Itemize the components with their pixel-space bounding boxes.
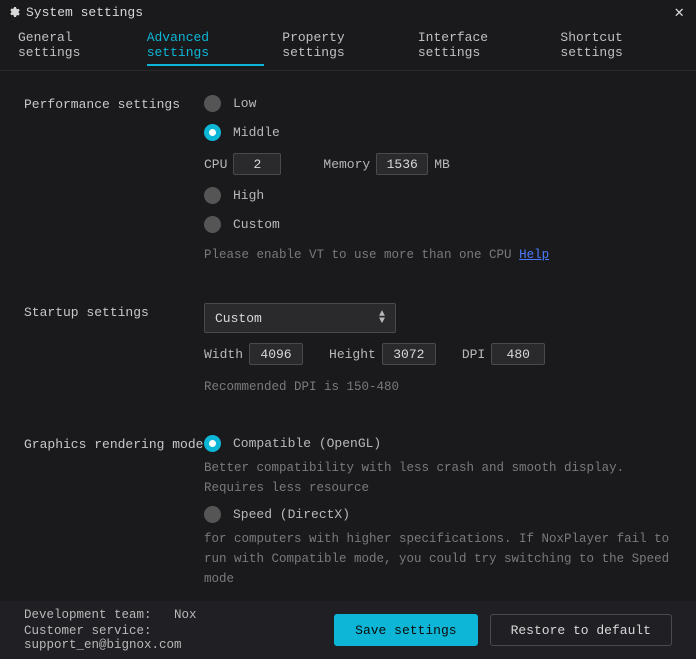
startup-label: Startup settings — [24, 303, 204, 405]
height-input[interactable] — [382, 343, 436, 365]
tab-advanced[interactable]: Advanced settings — [147, 30, 265, 66]
height-label: Height — [329, 347, 376, 362]
memory-unit: MB — [434, 157, 450, 172]
tabs: General settings Advanced settings Prope… — [0, 24, 696, 71]
radio-middle-label: Middle — [233, 125, 280, 140]
width-input[interactable] — [249, 343, 303, 365]
speed-hint: for computers with higher specifications… — [204, 529, 672, 589]
dev-value: Nox — [174, 608, 197, 622]
gear-icon — [8, 6, 20, 18]
tab-shortcut[interactable]: Shortcut settings — [560, 30, 678, 66]
restore-button[interactable]: Restore to default — [490, 614, 672, 646]
radio-speed[interactable] — [204, 506, 221, 523]
radio-high-label: High — [233, 188, 264, 203]
tab-general[interactable]: General settings — [18, 30, 129, 66]
compat-hint: Better compatibility with less crash and… — [204, 458, 672, 498]
dpi-label: DPI — [462, 347, 485, 362]
startup-select[interactable]: Custom ▲▼ — [204, 303, 396, 333]
footer: Development team: Nox Customer service: … — [0, 601, 696, 659]
vt-hint: Please enable VT to use more than one CP… — [204, 248, 519, 262]
radio-compat-label: Compatible (OpenGL) — [233, 436, 381, 451]
cpu-label: CPU — [204, 157, 227, 172]
help-link[interactable]: Help — [519, 248, 549, 262]
performance-label: Performance settings — [24, 95, 204, 273]
memory-label: Memory — [323, 157, 370, 172]
graphics-label: Graphics rendering mode — [24, 435, 204, 597]
window-title: System settings — [26, 5, 670, 20]
memory-input[interactable] — [376, 153, 428, 175]
cpu-input[interactable] — [233, 153, 281, 175]
radio-low-label: Low — [233, 96, 256, 111]
radio-middle[interactable] — [204, 124, 221, 141]
tab-interface[interactable]: Interface settings — [418, 30, 543, 66]
tab-property[interactable]: Property settings — [282, 30, 400, 66]
radio-low[interactable] — [204, 95, 221, 112]
close-icon[interactable]: ✕ — [670, 2, 688, 22]
dpi-input[interactable] — [491, 343, 545, 365]
radio-custom-perf-label: Custom — [233, 217, 280, 232]
content: Performance settings Low Middle CPU Memo… — [0, 71, 696, 609]
radio-high[interactable] — [204, 187, 221, 204]
radio-speed-label: Speed (DirectX) — [233, 507, 350, 522]
radio-custom-perf[interactable] — [204, 216, 221, 233]
startup-select-value: Custom — [215, 311, 262, 326]
width-label: Width — [204, 347, 243, 362]
dpi-hint: Recommended DPI is 150-480 — [204, 377, 672, 397]
chevron-updown-icon: ▲▼ — [379, 311, 385, 325]
dev-label: Development team: — [24, 608, 152, 622]
titlebar: System settings ✕ — [0, 0, 696, 24]
radio-compat[interactable] — [204, 435, 221, 452]
save-button[interactable]: Save settings — [334, 614, 477, 646]
support-value: support_en@bignox.com — [24, 638, 182, 652]
support-label: Customer service: — [24, 624, 152, 638]
